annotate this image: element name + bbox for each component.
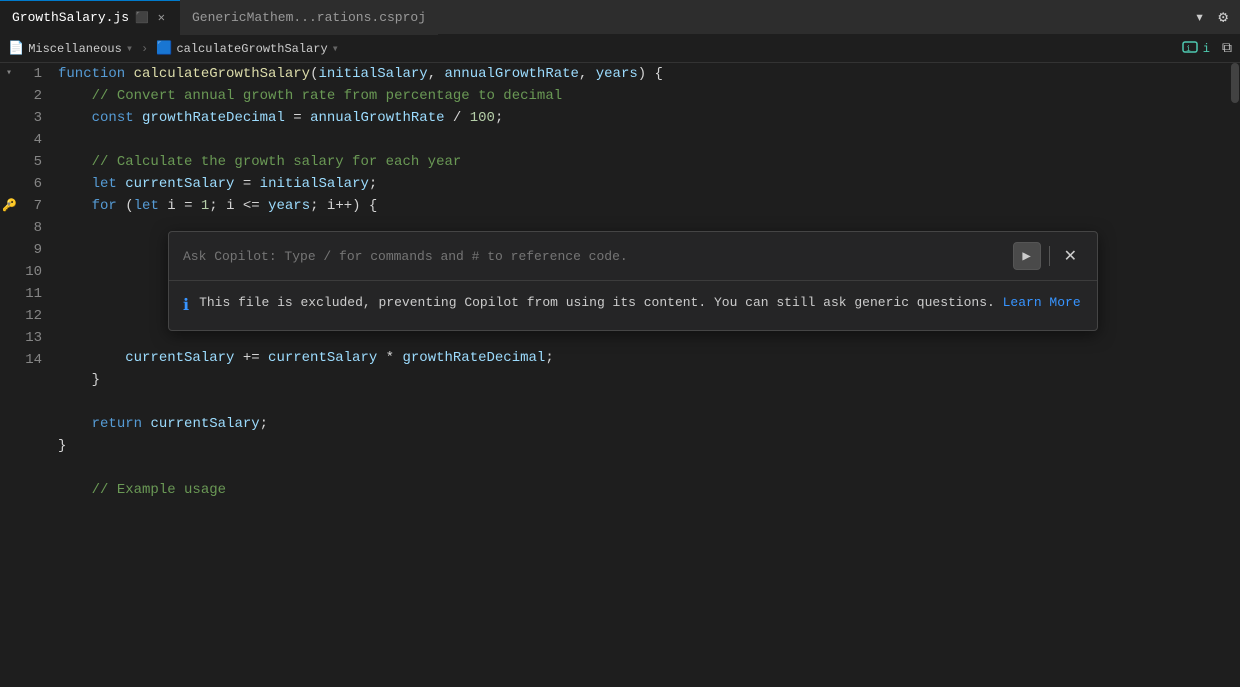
gutter-line: 2 xyxy=(0,85,50,107)
gutter-line: 6 xyxy=(0,173,50,195)
title-bar: GrowthSalary.js ⬛ ✕ GenericMathem...rati… xyxy=(0,0,1240,35)
breadcrumb-center-label: calculateGrowthSalary xyxy=(176,42,327,56)
tab-saved-icon: ⬛ xyxy=(135,11,149,25)
copilot-divider xyxy=(1049,246,1050,266)
copilot-info-row: ℹ This file is excluded, preventing Copi… xyxy=(169,281,1097,330)
learn-more-link[interactable]: Learn More xyxy=(1003,295,1081,310)
line-number: 5 xyxy=(34,151,42,173)
copilot-popup: ▶ ✕ ℹ This file is excluded, preventing … xyxy=(168,231,1098,331)
tab-genericmath[interactable]: GenericMathem...rations.csproj xyxy=(180,0,438,35)
gutter-line: 11 xyxy=(0,283,50,305)
breadcrumb-left-label: Miscellaneous xyxy=(28,42,122,56)
breadcrumb-separator: › xyxy=(141,42,148,56)
var-icon: i xyxy=(1181,38,1199,60)
editor-area: ▾123456🔑▾7891011121314 function calculat… xyxy=(0,63,1240,687)
breadcrumb-right-section: i i ⧉ xyxy=(1181,38,1232,60)
copilot-close-button[interactable]: ✕ xyxy=(1058,244,1083,268)
tab-label: GenericMathem...rations.csproj xyxy=(192,10,426,25)
breadcrumb-miscellaneous[interactable]: 📄 Miscellaneous ▾ xyxy=(8,41,133,56)
cube-icon: 🟦 xyxy=(156,41,172,56)
line-number: 6 xyxy=(34,173,42,195)
send-icon: ▶ xyxy=(1022,248,1030,265)
code-line: const growthRateDecimal = annualGrowthRa… xyxy=(58,107,1240,129)
fold-arrow-icon[interactable]: ▾ xyxy=(6,63,12,85)
breadcrumb-fn-arrow-down: ▾ xyxy=(332,41,339,56)
line-number: 2 xyxy=(34,85,42,107)
scrollbar-thumb[interactable] xyxy=(1231,63,1239,103)
tab-growthsalary[interactable]: GrowthSalary.js ⬛ ✕ xyxy=(0,0,180,35)
code-line xyxy=(58,391,1240,413)
code-text: const growthRateDecimal = annualGrowthRa… xyxy=(58,107,503,129)
code-text: currentSalary += currentSalary * growthR… xyxy=(58,347,554,369)
copilot-input[interactable] xyxy=(183,249,1005,264)
code-text: let currentSalary = initialSalary; xyxy=(58,173,377,195)
line-number: 9 xyxy=(34,239,42,261)
code-line xyxy=(58,129,1240,151)
copilot-input-row: ▶ ✕ xyxy=(169,232,1097,281)
file-icon: 📄 xyxy=(8,41,24,56)
code-line: } xyxy=(58,435,1240,457)
tab-label: GrowthSalary.js xyxy=(12,10,129,25)
breadcrumb-function[interactable]: 🟦 calculateGrowthSalary ▾ xyxy=(156,41,339,56)
line-number: 4 xyxy=(34,129,42,151)
gutter-line: 9 xyxy=(0,239,50,261)
gutter-line: 12 xyxy=(0,305,50,327)
gutter-line: 4 xyxy=(0,129,50,151)
code-line: // Calculate the growth salary for each … xyxy=(58,151,1240,173)
code-text: } xyxy=(58,435,66,457)
line-number-gutter: ▾123456🔑▾7891011121314 xyxy=(0,63,50,687)
gutter-line: 5 xyxy=(0,151,50,173)
code-editor[interactable]: function calculateGrowthSalary(initialSa… xyxy=(50,63,1240,687)
line-number: 3 xyxy=(34,107,42,129)
line-number: 12 xyxy=(25,305,42,327)
line-number: 7 xyxy=(34,195,42,217)
code-text: // Calculate the growth salary for each … xyxy=(58,151,461,173)
code-text: // Convert annual growth rate from perce… xyxy=(58,85,562,107)
code-line: return currentSalary; xyxy=(58,413,1240,435)
line-number: 11 xyxy=(25,283,42,305)
tab-close-button[interactable]: ✕ xyxy=(155,9,168,26)
split-btn[interactable]: ⧉ xyxy=(1222,41,1232,57)
gutter-line: 8 xyxy=(0,217,50,239)
title-bar-actions: ▾ ⚙ xyxy=(1191,5,1240,29)
code-text: function calculateGrowthSalary(initialSa… xyxy=(58,63,663,85)
code-line: } xyxy=(58,369,1240,391)
code-line: let currentSalary = initialSalary; xyxy=(58,173,1240,195)
gutter-line: ▾1 xyxy=(0,63,50,85)
gutter-line: 10 xyxy=(0,261,50,283)
code-line: // Convert annual growth rate from perce… xyxy=(58,85,1240,107)
line-number: 1 xyxy=(34,63,42,85)
split-icon: ⧉ xyxy=(1222,41,1232,57)
code-line xyxy=(58,457,1240,479)
scrollbar[interactable] xyxy=(1230,63,1240,687)
dropdown-icon[interactable]: ▾ xyxy=(1191,5,1209,29)
line-number: 14 xyxy=(25,349,42,371)
code-text: for (let i = 1; i <= years; i++) { xyxy=(58,195,377,217)
code-line: // Example usage xyxy=(58,479,1240,501)
breadcrumb-right-label: i xyxy=(1203,42,1210,56)
gutter-line: 13 xyxy=(0,327,50,349)
svg-text:i: i xyxy=(1186,44,1191,53)
copilot-info-text: This file is excluded, preventing Copilo… xyxy=(199,293,1081,313)
fold-arrow-icon[interactable]: ▾ xyxy=(6,195,12,217)
line-number: 13 xyxy=(25,327,42,349)
settings-icon[interactable]: ⚙ xyxy=(1214,5,1232,29)
gutter-line: 🔑▾7 xyxy=(0,195,50,217)
line-number: 8 xyxy=(34,217,42,239)
gutter-line: 14 xyxy=(0,349,50,371)
breadcrumb-arrow-down: ▾ xyxy=(126,41,133,56)
breadcrumb-bar: 📄 Miscellaneous ▾ › 🟦 calculateGrowthSal… xyxy=(0,35,1240,63)
info-icon: ℹ xyxy=(183,294,189,318)
code-line: currentSalary += currentSalary * growthR… xyxy=(58,347,1240,369)
code-line: for (let i = 1; i <= years; i++) { xyxy=(58,195,1240,217)
copilot-send-button[interactable]: ▶ xyxy=(1013,242,1041,270)
gutter-line: 3 xyxy=(0,107,50,129)
code-line: function calculateGrowthSalary(initialSa… xyxy=(58,63,1240,85)
code-text: return currentSalary; xyxy=(58,413,268,435)
code-text: // Example usage xyxy=(58,479,226,501)
line-number: 10 xyxy=(25,261,42,283)
code-text: } xyxy=(58,369,100,391)
